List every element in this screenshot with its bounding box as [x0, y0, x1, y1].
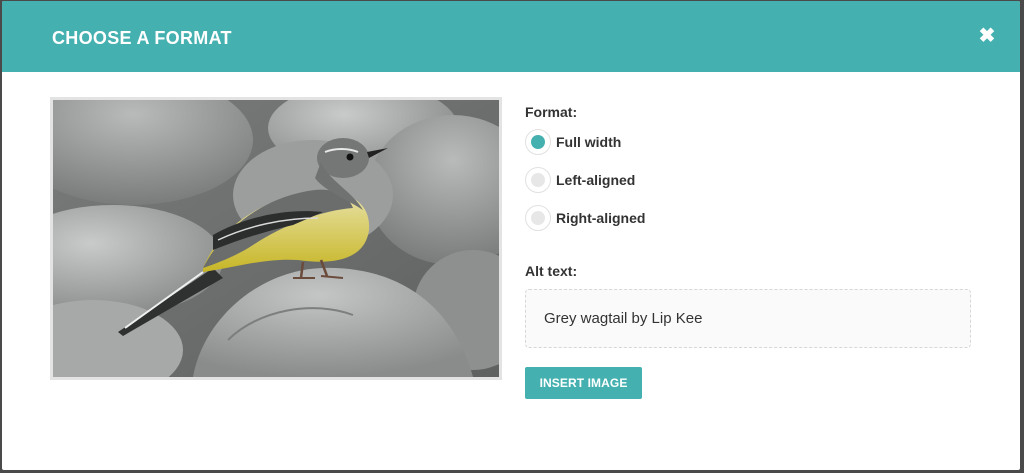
insert-image-button[interactable]: INSERT IMAGE [525, 367, 642, 399]
radio-button[interactable] [525, 167, 551, 193]
image-preview [50, 97, 502, 380]
radio-label-left-aligned: Left-aligned [556, 172, 636, 188]
format-label: Format: [525, 104, 578, 120]
radio-left-aligned[interactable]: Left-aligned [525, 167, 635, 193]
alt-text-input[interactable]: Grey wagtail by Lip Kee [525, 289, 971, 348]
modal-title: CHOOSE A FORMAT [52, 28, 232, 48]
radio-label-full-width: Full width [556, 134, 622, 150]
alt-text-label: Alt text: [525, 263, 578, 279]
radio-label-right-aligned: Right-aligned [556, 210, 646, 226]
radio-full-width[interactable]: Full width [525, 129, 621, 155]
radio-button-checked[interactable] [525, 129, 551, 155]
modal-header: CHOOSE A FORMAT ✖ [2, 1, 1020, 72]
radio-right-aligned[interactable]: Right-aligned [525, 205, 645, 231]
format-modal: CHOOSE A FORMAT ✖ Format: Full width Lef… [2, 1, 1020, 470]
bird-photo [53, 100, 499, 377]
radio-button[interactable] [525, 205, 551, 231]
close-icon[interactable]: ✖ [976, 25, 998, 47]
